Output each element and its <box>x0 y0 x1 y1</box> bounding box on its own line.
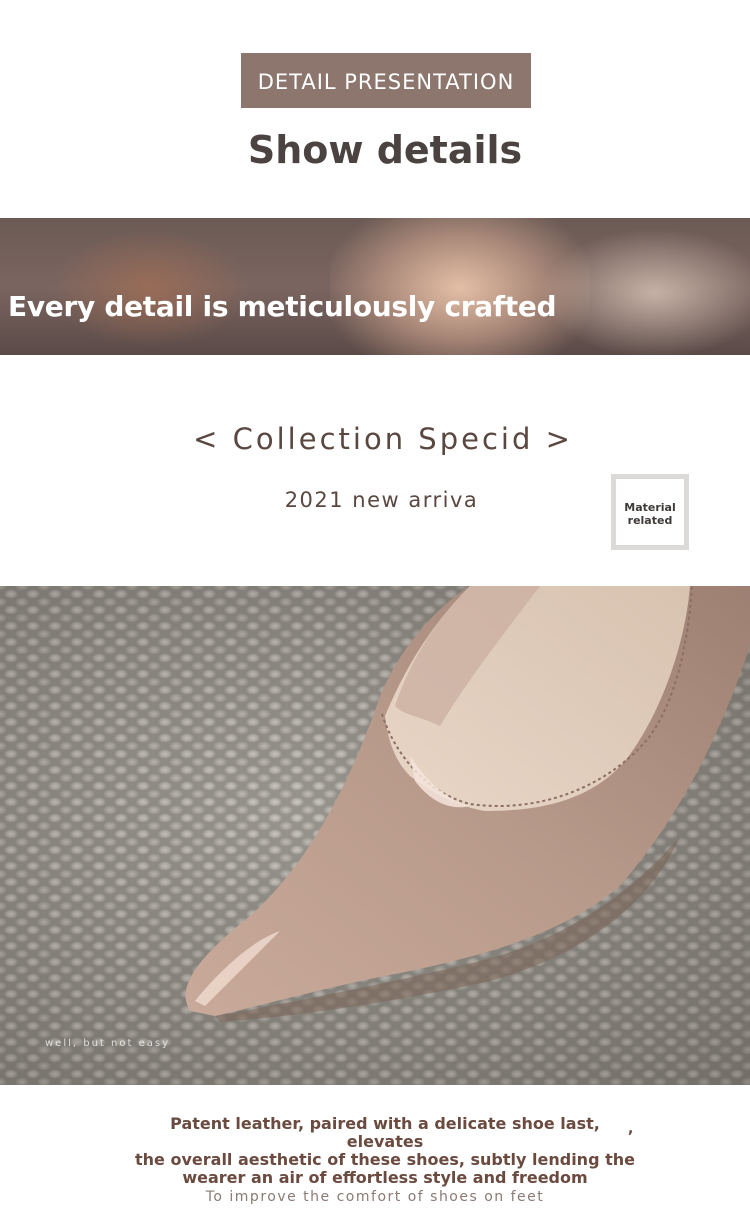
footer-section: Patent leather, paired with a delicate s… <box>0 1085 750 1230</box>
material-label-line1: Material <box>624 501 676 514</box>
shoe-photo: well, but not easy <box>0 586 750 1085</box>
page-title: Show details <box>247 128 523 172</box>
product-description: Patent leather, paired with a delicate s… <box>135 1115 635 1187</box>
header-section: DETAIL PRESENTATION Show details <box>0 0 750 218</box>
stray-comma: , <box>628 1121 634 1137</box>
photo-watermark: well, but not easy <box>45 1038 170 1049</box>
banner-caption: Every detail is meticulously crafted <box>8 290 557 323</box>
collection-heading: < Collection Specid > <box>193 422 573 456</box>
collection-section: < Collection Specid > 2021 new arriva Ma… <box>0 355 750 586</box>
material-label-line2: related <box>627 514 673 527</box>
description-line-1: Patent leather, paired with a delicate s… <box>170 1114 600 1151</box>
comfort-note: To improve the comfort of shoes on feet <box>205 1189 545 1205</box>
shoe-illustration <box>185 586 750 1022</box>
material-related-box: Material related <box>611 474 689 550</box>
banner-glow-right <box>540 228 750 355</box>
description-line-3: wearer an air of effortless style and fr… <box>182 1168 588 1187</box>
banner-glow-left <box>50 228 250 348</box>
detail-banner: Every detail is meticulously crafted <box>0 218 750 355</box>
detail-presentation-badge: DETAIL PRESENTATION <box>241 53 531 108</box>
description-line-2: the overall aesthetic of these shoes, su… <box>135 1150 635 1169</box>
